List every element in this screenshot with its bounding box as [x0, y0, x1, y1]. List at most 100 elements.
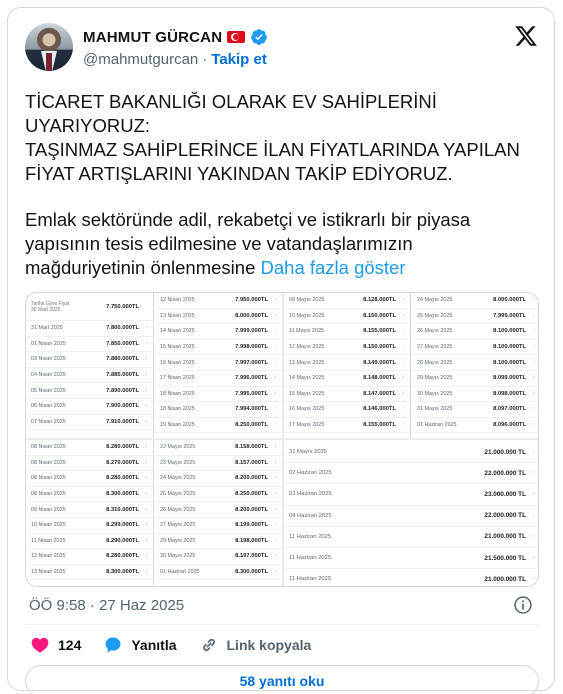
avatar[interactable]	[25, 23, 73, 71]
trend-arrow-icon: ↑	[274, 553, 278, 560]
trend-arrow-icon: ↑	[145, 418, 149, 425]
trend-arrow-icon: ↑	[274, 328, 278, 335]
copy-link-button[interactable]: Link kopyala	[199, 635, 311, 655]
price-row-value: 8.299.000TL	[106, 522, 139, 529]
handle-separator: ·	[202, 51, 208, 68]
price-row-value: 8.150.000TL	[363, 312, 396, 319]
price-row: 22 Mayıs 2025 8.158.000TL ↑	[155, 440, 282, 456]
price-row: 11 Haziran 2025 21.000.000 TL ↑	[284, 527, 538, 548]
trend-arrow-icon: ↑	[145, 356, 149, 363]
arrow-up-icon: ↑	[139, 303, 142, 310]
price-row-value: 7.950.000TL	[235, 297, 268, 304]
price-row-value: 8.290.000TL	[106, 537, 139, 544]
price-row-value: 8.300.000TL	[106, 569, 139, 576]
show-more-link[interactable]: Daha fazla göster	[261, 257, 406, 278]
price-row: 10 Nisan 2025 8.299.000TL ↑	[26, 518, 153, 534]
trend-arrow-icon: ↑	[145, 372, 149, 379]
reply-icon	[105, 637, 121, 653]
price-rows: 09 Mayıs 2025 8.128.000TL ↑ 10 Mayıs 2025 8.…	[284, 293, 410, 434]
price-row: 24 Mayıs 2025 8.200.000TL ↑	[155, 471, 282, 487]
follow-button[interactable]: Takip et	[211, 51, 267, 68]
trend-arrow-icon: ↑	[145, 403, 149, 410]
price-row-date: 11 Mayıs 2025	[289, 328, 324, 335]
media-image-1[interactable]: Tarihe Göre Fiyat 30 Mart 2025 7.750.000T…	[26, 293, 282, 438]
tweet-text: TİCARET BAKANLIĞI OLARAK EV SAHİPLERİNİ …	[25, 90, 535, 280]
x-logo-icon[interactable]	[514, 24, 538, 48]
price-rows: 24 Mayıs 2025 8.000.000TL ↑ 25 Mayıs 2025 7.…	[412, 293, 538, 434]
price-row: 04 Haziran 2025 22.000.000 TL ↑	[284, 506, 538, 527]
price-row-date: 08 Nisan 2025	[31, 475, 66, 482]
like-button[interactable]: 124	[30, 635, 81, 655]
price-row-date: 12 Nisan 2025	[31, 553, 66, 560]
price-row-date: 01 Haziran 2025	[160, 569, 200, 576]
price-row-date: 26 Mayıs 2025	[417, 328, 453, 335]
tweet-paragraph-2: TAŞINMAZ SAHİPLERİNCE İLAN FİYATLARINDA …	[25, 139, 520, 184]
price-row-date: 14 Mayıs 2025	[289, 375, 325, 382]
price-row: 11 Nisan 2025 8.290.000TL ↑	[26, 534, 153, 550]
price-row: 13 Nisan 2025 8.300.000TL ↑	[26, 565, 153, 581]
price-row-date: 09 Nisan 2025	[31, 506, 66, 513]
read-replies-button[interactable]: 58 yanıtı oku	[25, 665, 539, 694]
price-row: 18 Nisan 2025 7.995.000TL ↑	[155, 387, 282, 403]
price-row-value: 8.158.000TL	[235, 444, 268, 451]
media-grid[interactable]: Tarihe Göre Fiyat 30 Mart 2025 7.750.000T…	[25, 292, 539, 587]
price-row: 05 Nisan 2025 7.890.000TL ↑	[26, 383, 153, 399]
trend-arrow-icon: ↑	[274, 406, 278, 413]
price-row-value: 21.000.000 TL	[484, 533, 526, 541]
price-row: 04 Nisan 2025 7.885.000TL ↑	[26, 368, 153, 384]
price-row-value: 21.000.000 TL	[484, 448, 526, 456]
reply-button[interactable]: Yanıtla	[103, 635, 177, 655]
author-name-row[interactable]: MAHMUT GÜRCAN	[83, 28, 268, 46]
trend-arrow-icon: ↑	[274, 459, 278, 466]
price-row-date: 13 Nisan 2025	[31, 569, 66, 576]
trend-arrow-icon: ↑	[532, 312, 536, 319]
price-row-value: 21.500.000 TL	[484, 554, 526, 562]
info-icon[interactable]	[513, 595, 533, 615]
price-row-value: 7.900.000TL	[106, 403, 139, 410]
price-table-column: 31 Mayıs 2025 21.000.000 TL ↑ 02 Haziran 20…	[284, 440, 538, 586]
price-row-date: 28 Mayıs 2025	[417, 359, 453, 366]
price-row-value: 8.280.000TL	[106, 553, 139, 560]
price-row-date: 16 Mayıs 2025	[289, 406, 325, 413]
price-row-date: 14 Nisan 2025	[160, 328, 195, 335]
price-table-header: Tarihe Göre Fiyat 30 Mart 2025 7.750.000T…	[26, 293, 153, 321]
trend-arrow-icon: ↑	[274, 522, 278, 529]
price-row-value: 8.157.000TL	[235, 459, 268, 466]
trend-arrow-icon: ↑	[274, 344, 278, 351]
price-row-date: 17 Nisan 2025	[160, 375, 195, 382]
price-row-date: 31 Mayıs 2025	[289, 449, 328, 456]
price-row: 27 Mayıs 2025 8.199.000TL ↑	[155, 518, 282, 534]
media-image-2[interactable]: 09 Mayıs 2025 8.128.000TL ↑ 10 Mayıs 2025 8.…	[284, 293, 538, 438]
price-row-date: 12 Mayıs 2025	[289, 344, 325, 351]
price-row-value: 7.850.000TL	[106, 340, 139, 347]
price-row-date: 17 Mayıs 2025	[289, 422, 325, 429]
price-row-date: 01 Haziran 2025	[417, 422, 457, 429]
author-display-name[interactable]: MAHMUT GÜRCAN	[83, 29, 222, 46]
author-handle[interactable]: @mahmutgurcan	[83, 51, 198, 68]
price-row: 15 Mayıs 2025 8.147.000TL ↑	[284, 387, 410, 403]
trend-arrow-icon: ↑	[532, 328, 536, 335]
price-row-value: 8.155.000TL	[363, 328, 396, 335]
price-row-date: 19 Nisan 2025	[160, 422, 195, 429]
header-price: 7.750.000TL	[106, 303, 139, 310]
trend-arrow-icon: ↑	[274, 506, 278, 513]
price-row-value: 7.880.000TL	[106, 356, 139, 363]
price-row-date: 11 Nisan 2025	[31, 537, 66, 544]
trend-arrow-icon: ↑	[274, 312, 278, 319]
price-row-value: 8.199.000TL	[235, 522, 268, 529]
tweet-timestamp[interactable]: ÖÖ 9:58 · 27 Haz 2025	[29, 597, 184, 614]
price-table-column: 22 Mayıs 2025 8.158.000TL ↑ 23 Mayıs 2025 8.…	[155, 440, 282, 586]
price-row: 25 Mayıs 2025 8.250.000TL ↑	[155, 487, 282, 503]
price-rows: 31 Mayıs 2025 21.000.000 TL ↑ 02 Haziran 20…	[284, 442, 538, 586]
price-row: 12 Nisan 2025 8.280.000TL ↑	[26, 549, 153, 565]
price-row-date: 27 Mayıs 2025	[160, 522, 196, 529]
price-row-date: 16 Nisan 2025	[160, 359, 195, 366]
price-row: 17 Mayıs 2025 8.155.000TL ↑	[284, 418, 410, 434]
price-row-date: 02 Haziran 2025	[289, 470, 332, 477]
price-row-value: 8.099.000TL	[493, 375, 526, 382]
price-row-date: 06 Nisan 2025	[31, 403, 66, 410]
media-image-4[interactable]: 31 Mayıs 2025 21.000.000 TL ↑ 02 Haziran 20…	[284, 440, 538, 586]
price-row: 07 Nisan 2025 7.910.000TL ↑	[26, 415, 153, 431]
trend-arrow-icon: ↑	[532, 344, 536, 351]
media-image-3[interactable]: 08 Nisan 2025 8.280.000TL ↑ 08 Nisan 2025 8.…	[26, 440, 282, 586]
